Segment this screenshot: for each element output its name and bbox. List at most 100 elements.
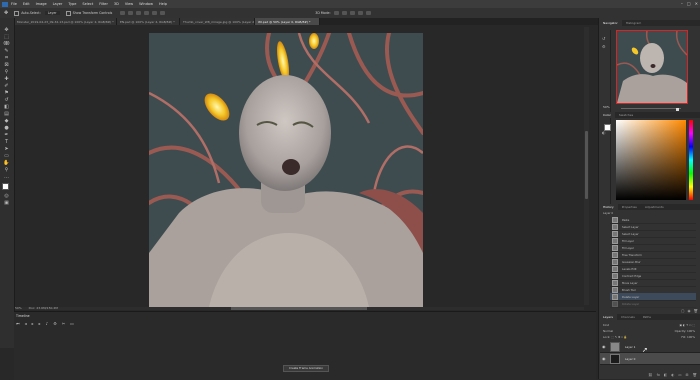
eyedropper-tool-icon[interactable]: ⚲ [3,70,10,75]
menu-select[interactable]: Select [82,2,93,6]
history-brush-tool-icon[interactable]: ↺ [3,98,10,103]
navigator-zoom-value[interactable]: 50% [603,105,610,109]
pen-tool-icon[interactable]: ✒ [3,133,10,138]
menu-layer[interactable]: Layer [53,2,63,6]
navigator-thumbnail[interactable] [616,30,688,104]
split-icon[interactable]: ✂ [62,321,65,326]
audio-icon[interactable]: ♪ [46,321,49,326]
screen-mode-icon[interactable]: ▣ [3,201,10,206]
align-bottom-icon[interactable] [136,11,142,15]
dodge-tool-icon[interactable]: ● [3,126,10,131]
tab-color[interactable]: Color [599,112,615,118]
foreground-color-swatch[interactable] [2,183,9,190]
maximize-icon[interactable]: □ [687,1,691,6]
transition-icon[interactable]: ▭ [70,321,74,326]
menu-3d[interactable]: 3D [114,2,119,6]
3d-pan-icon[interactable] [349,11,355,15]
healing-brush-tool-icon[interactable]: ✚ [3,77,10,82]
layer-row[interactable]: ◉ Layer 1 [600,341,700,353]
move-tool-icon[interactable]: ✥ [3,28,10,33]
foreground-color-chip[interactable] [604,124,611,131]
adjustment-layer-icon[interactable]: ◐ [671,373,674,377]
color-gradient[interactable] [616,120,686,200]
hue-slider[interactable] [689,120,693,200]
3d-slide-icon[interactable] [357,11,363,15]
blend-mode-select[interactable]: Normal [603,329,613,333]
prev-frame-icon[interactable]: ◂ [25,321,27,326]
settings-icon[interactable]: ⚙ [53,321,57,326]
tab-navigator[interactable]: Navigator [599,20,622,26]
menu-image[interactable]: Image [36,2,47,6]
shape-tool-icon[interactable]: ▭ [3,154,10,159]
transform-controls-checkbox[interactable] [65,10,71,16]
horizontal-scrollbar[interactable] [15,307,584,310]
path-select-tool-icon[interactable]: ➤ [3,147,10,152]
next-frame-icon[interactable]: ▸ [39,321,41,326]
history-item[interactable]: Rotate Layer [610,300,696,308]
menu-filter[interactable]: Filter [99,2,108,6]
vertical-scrollbar[interactable] [584,27,589,305]
new-layer-icon[interactable]: ⊞ [686,373,689,377]
tab-histogram[interactable]: Histogram [622,20,646,26]
crop-tool-icon[interactable]: ⌗ [3,56,10,61]
layer-kind-filter[interactable]: Kind [603,323,609,327]
zoom-slider[interactable] [621,108,681,111]
document-tab[interactable]: Monster_2019-04-23_09-32-13.psd @ 100% (… [14,18,117,25]
type-tool-icon[interactable]: T [3,140,10,145]
layer-row-selected[interactable]: ◉ Layer 0 [600,353,700,365]
new-document-icon[interactable]: ▢ [681,309,684,313]
gradient-tool-icon[interactable]: ▤ [3,112,10,117]
menu-window[interactable]: Window [139,2,153,6]
auto-select-checkbox[interactable] [14,10,20,16]
layer-select-dropdown[interactable]: Layer [44,11,60,15]
document-tab[interactable]: EN.psd @ 100% (Layer 4, RGB/8#) * [117,18,180,25]
fill-value[interactable]: 100% [687,335,695,339]
lasso-tool-icon[interactable]: ↂ [3,42,10,47]
3d-rotate-icon[interactable] [333,11,339,15]
menu-type[interactable]: Type [68,2,76,6]
marquee-tool-icon[interactable]: ⬚ [3,35,10,40]
zoom-level[interactable]: 50% [15,306,22,310]
tab-paths[interactable]: Paths [639,314,655,320]
add-mask-icon[interactable]: ◧ [664,373,667,377]
tab-layers[interactable]: Layers [599,314,617,320]
clone-stamp-tool-icon[interactable]: ⚑ [3,91,10,96]
link-layers-icon[interactable]: ⛓ [648,373,652,377]
properties-panel-icon[interactable]: ⚙ [602,44,607,49]
3d-scale-icon[interactable] [365,11,371,15]
minimize-icon[interactable]: – [681,1,683,6]
frame-tool-icon[interactable]: ⊠ [3,63,10,68]
zoom-slider-knob[interactable] [676,108,679,111]
filter-icons[interactable]: ▣ ◐ T ▭ ⬚ [679,323,695,327]
color-picker-field[interactable] [616,120,686,200]
more-tools-icon[interactable]: … [3,175,10,180]
menu-edit[interactable]: Edit [23,2,30,6]
tab-properties[interactable]: Properties [618,204,641,210]
zoom-tool-icon[interactable]: ⚲ [3,168,10,173]
move-tool-icon[interactable]: ✥ [4,10,8,16]
lock-icons[interactable]: ⬚ ✎ ✥ ⌗ 🔒 [611,335,627,339]
create-frame-animation-button[interactable]: Create Frame Animation [283,365,329,372]
tab-adjustments[interactable]: Adjustments [641,204,668,210]
history-snapshot[interactable]: Layer 0 [603,211,613,215]
document-tab[interactable]: Thumb_cover_W8_mirage.jpg @ 100% (Layer … [180,18,255,25]
visibility-eye-icon[interactable]: ◉ [602,356,606,361]
delete-layer-icon[interactable]: 🗑 [693,373,697,377]
tab-history[interactable]: History [599,204,618,210]
align-middle-icon[interactable] [128,11,134,15]
brush-tool-icon[interactable]: ✐ [3,84,10,89]
scrollbar-thumb[interactable] [585,131,588,199]
align-center-icon[interactable] [152,11,158,15]
hand-tool-icon[interactable]: ✋ [3,161,10,166]
scrollbar-thumb[interactable] [231,307,367,310]
menu-help[interactable]: Help [159,2,167,6]
align-right-icon[interactable] [160,11,166,15]
menu-view[interactable]: View [125,2,133,6]
quick-select-tool-icon[interactable]: ✎ [3,49,10,54]
align-left-icon[interactable] [144,11,150,15]
snapshot-icon[interactable]: ◉ [687,309,690,313]
align-top-icon[interactable] [120,11,126,15]
3d-roll-icon[interactable] [341,11,347,15]
tab-swatches[interactable]: Swatches [615,112,637,118]
play-icon[interactable]: ▸ [32,321,34,326]
